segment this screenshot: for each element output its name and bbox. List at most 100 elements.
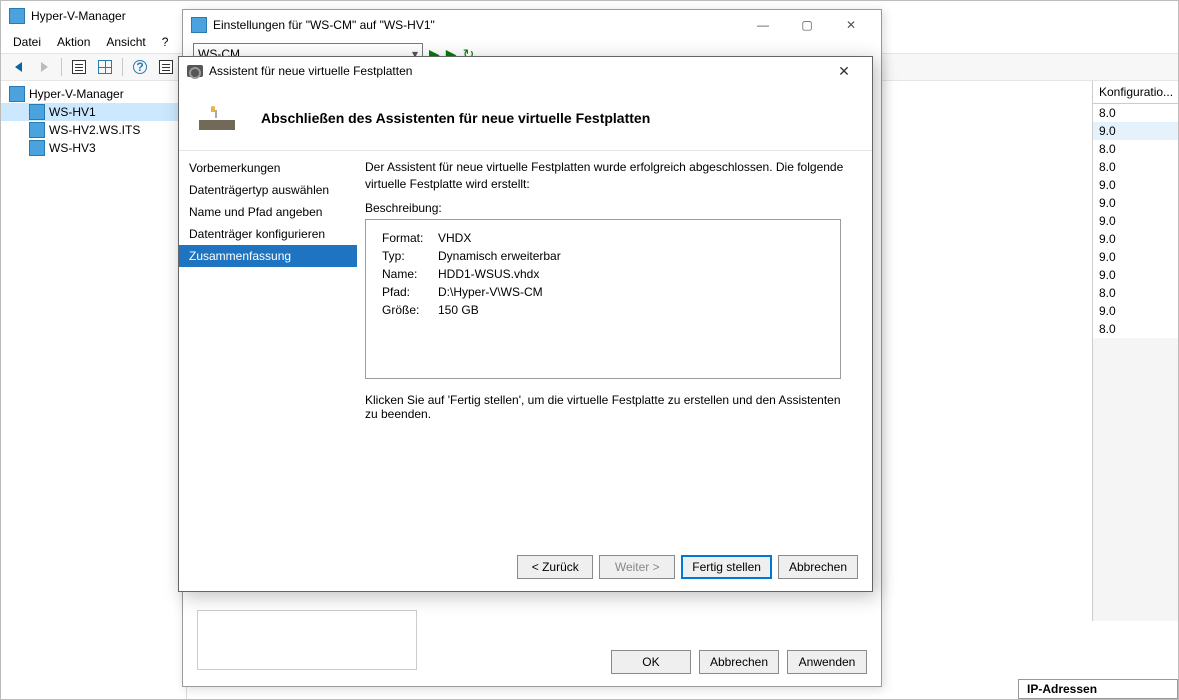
tree-node-label: WS-HV3 — [49, 141, 96, 155]
wizard-hint: Klicken Sie auf 'Fertig stellen', um die… — [365, 393, 856, 421]
settings-title: Einstellungen für "WS-CM" auf "WS-HV1" — [213, 18, 435, 32]
list-item[interactable]: 9.0 — [1093, 230, 1178, 248]
tree-root[interactable]: Hyper-V-Manager — [1, 85, 186, 103]
nav-back-button[interactable] — [7, 56, 29, 78]
step-configure[interactable]: Datenträger konfigurieren — [179, 223, 357, 245]
nav-forward-button — [33, 56, 55, 78]
settings-buttons: OK Abbrechen Anwenden — [611, 650, 867, 674]
wizard-next-button: Weiter > — [599, 555, 675, 579]
tree-node-label: WS-HV2.WS.ITS — [49, 123, 140, 137]
step-name-path[interactable]: Name und Pfad angeben — [179, 201, 357, 223]
host-icon — [29, 104, 45, 120]
wizard-title: Assistent für neue virtuelle Festplatten — [209, 64, 412, 78]
description-label: Beschreibung: — [365, 201, 856, 215]
summary-name-key: Name: — [378, 266, 432, 282]
summary-format-value: VHDX — [434, 230, 565, 246]
config-version-list: 8.0 9.0 8.0 8.0 9.0 9.0 9.0 9.0 9.0 9.0 … — [1093, 104, 1178, 338]
settings-preview-area — [197, 610, 417, 670]
list-item[interactable]: 8.0 — [1093, 104, 1178, 122]
wizard-buttons: < Zurück Weiter > Fertig stellen Abbrech… — [517, 555, 858, 579]
maximize-button[interactable]: ▢ — [785, 11, 829, 39]
summary-format-key: Format: — [378, 230, 432, 246]
step-summary[interactable]: Zusammenfassung — [179, 245, 357, 267]
wizard-back-button[interactable]: < Zurück — [517, 555, 593, 579]
list-item[interactable]: 9.0 — [1093, 176, 1178, 194]
list-item[interactable]: 9.0 — [1093, 212, 1178, 230]
tree-node-wshv3[interactable]: WS-HV3 — [1, 139, 186, 157]
toolbar-sheet-button[interactable] — [68, 56, 90, 78]
summary-table: Format:VHDX Typ:Dynamisch erweiterbar Na… — [376, 228, 567, 320]
menu-action[interactable]: Aktion — [49, 33, 98, 51]
new-vhd-wizard: Assistent für neue virtuelle Festplatten… — [178, 56, 873, 592]
list-item[interactable]: 8.0 — [1093, 320, 1178, 338]
wand-disk-icon — [199, 106, 235, 130]
step-vorbemerkungen[interactable]: Vorbemerkungen — [179, 157, 357, 179]
table-row: Größe:150 GB — [378, 302, 565, 318]
app-icon — [9, 8, 25, 24]
list-item[interactable]: 8.0 — [1093, 140, 1178, 158]
settings-icon — [191, 17, 207, 33]
grid-icon — [98, 60, 112, 74]
list-item[interactable]: 8.0 — [1093, 158, 1178, 176]
wizard-heading: Abschließen des Assistenten für neue vir… — [261, 110, 650, 126]
tree-root-label: Hyper-V-Manager — [29, 87, 124, 101]
right-column-pane: Konfiguratio... 8.0 9.0 8.0 8.0 9.0 9.0 … — [1092, 81, 1178, 621]
host-icon — [29, 122, 45, 138]
right-header[interactable]: Konfiguratio... — [1093, 81, 1178, 104]
settings-ok-button[interactable]: OK — [611, 650, 691, 674]
settings-titlebar: Einstellungen für "WS-CM" auf "WS-HV1" —… — [183, 10, 881, 40]
tree-node-wshv2[interactable]: WS-HV2.WS.ITS — [1, 121, 186, 139]
tree-node-wshv1[interactable]: WS-HV1 — [1, 103, 186, 121]
toolbar-help-button[interactable]: ? — [129, 56, 151, 78]
main-title: Hyper-V-Manager — [31, 9, 126, 23]
tree-node-label: WS-HV1 — [49, 105, 96, 119]
close-button[interactable]: ✕ — [829, 11, 873, 39]
summary-name-value: HDD1-WSUS.vhdx — [434, 266, 565, 282]
list-item[interactable]: 8.0 — [1093, 284, 1178, 302]
list-item[interactable]: 9.0 — [1093, 248, 1178, 266]
toolbar-list-button[interactable] — [155, 56, 177, 78]
settings-apply-button[interactable]: Anwenden — [787, 650, 867, 674]
table-row: Name:HDD1-WSUS.vhdx — [378, 266, 565, 282]
minimize-button[interactable]: — — [741, 11, 785, 39]
wizard-close-button[interactable]: ✕ — [824, 63, 864, 80]
hdd-icon — [187, 65, 203, 77]
list-item[interactable]: 9.0 — [1093, 194, 1178, 212]
toolbar-grid-button[interactable] — [94, 56, 116, 78]
wizard-body: Vorbemerkungen Datenträgertyp auswählen … — [179, 151, 872, 547]
summary-typ-value: Dynamisch erweiterbar — [434, 248, 565, 264]
wizard-titlebar: Assistent für neue virtuelle Festplatten… — [179, 57, 872, 85]
summary-typ-key: Typ: — [378, 248, 432, 264]
arrow-left-icon — [15, 62, 22, 72]
toolbar-separator — [122, 58, 123, 76]
list-item[interactable]: 9.0 — [1093, 122, 1178, 140]
summary-size-value: 150 GB — [434, 302, 565, 318]
list-item[interactable]: 9.0 — [1093, 266, 1178, 284]
summary-path-value: D:\Hyper-V\WS-CM — [434, 284, 565, 300]
wizard-content: Der Assistent für neue virtuelle Festpla… — [357, 151, 872, 547]
list-icon — [159, 60, 173, 74]
menu-file[interactable]: Datei — [5, 33, 49, 51]
tree-pane: Hyper-V-Manager WS-HV1 WS-HV2.WS.ITS WS-… — [1, 81, 187, 699]
wizard-finish-button[interactable]: Fertig stellen — [681, 555, 772, 579]
sheet-icon — [72, 60, 86, 74]
ip-addresses-header[interactable]: IP-Adressen — [1018, 679, 1178, 699]
menu-help[interactable]: ? — [154, 33, 177, 51]
wizard-header: Abschließen des Assistenten für neue vir… — [179, 85, 872, 151]
summary-path-key: Pfad: — [378, 284, 432, 300]
summary-size-key: Größe: — [378, 302, 432, 318]
summary-box: Format:VHDX Typ:Dynamisch erweiterbar Na… — [365, 219, 841, 379]
wizard-intro: Der Assistent für neue virtuelle Festpla… — [365, 159, 856, 193]
wizard-cancel-button[interactable]: Abbrechen — [778, 555, 858, 579]
settings-cancel-button[interactable]: Abbrechen — [699, 650, 779, 674]
wizard-steps: Vorbemerkungen Datenträgertyp auswählen … — [179, 151, 357, 547]
list-item[interactable]: 9.0 — [1093, 302, 1178, 320]
menu-view[interactable]: Ansicht — [98, 33, 153, 51]
step-disktype[interactable]: Datenträgertyp auswählen — [179, 179, 357, 201]
table-row: Pfad:D:\Hyper-V\WS-CM — [378, 284, 565, 300]
host-icon — [29, 140, 45, 156]
question-icon: ? — [133, 60, 147, 74]
toolbar-separator — [61, 58, 62, 76]
table-row: Format:VHDX — [378, 230, 565, 246]
hv-icon — [9, 86, 25, 102]
